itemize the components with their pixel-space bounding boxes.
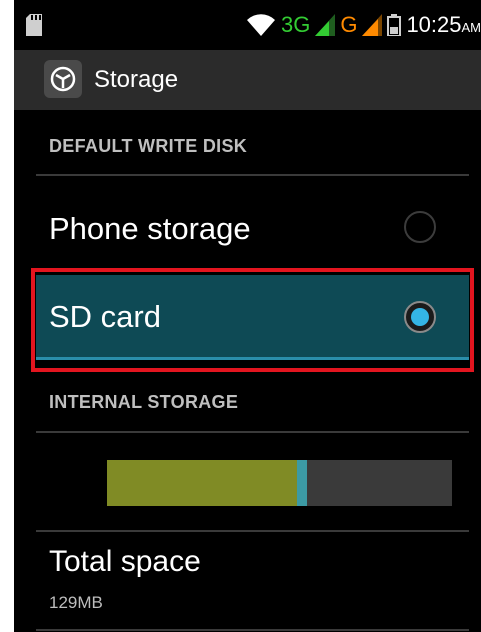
network-g-label: G: [340, 12, 358, 37]
divider: [36, 174, 469, 176]
option-label: SD card: [49, 299, 161, 334]
signal-icon: [362, 14, 383, 36]
battery-icon: [387, 14, 402, 36]
divider: [36, 629, 469, 631]
page-title: Storage: [94, 66, 179, 93]
action-bar: Storage: [14, 50, 481, 110]
radio-button-checked[interactable]: [404, 301, 436, 333]
signal-icon: [315, 14, 336, 36]
wifi-icon: [246, 12, 276, 38]
storage-used-segment: [107, 460, 297, 506]
storage-usage-bar: [107, 460, 452, 506]
option-phone-storage[interactable]: Phone storage: [36, 189, 469, 269]
divider: [36, 530, 469, 532]
total-space-label: Total space: [49, 545, 201, 578]
ampm-text: AM: [461, 20, 481, 35]
section-header-default-write-disk: DEFAULT WRITE DISK: [49, 136, 248, 156]
status-bar-right: 3G G 10:25AM: [246, 0, 481, 50]
network-3g-label: 3G: [280, 12, 311, 37]
section-header-internal-storage: INTERNAL STORAGE: [49, 392, 239, 412]
divider: [36, 431, 469, 433]
option-sd-card[interactable]: SD card: [36, 275, 469, 360]
option-label: Phone storage: [49, 211, 251, 246]
sd-card-icon: [26, 12, 42, 36]
time-text: 10:25: [406, 12, 462, 37]
storage-settings-screen: 3G G 10:25AM Storage DEFAULT WRITE DISK …: [14, 0, 481, 632]
clock: 10:25AM: [406, 12, 481, 38]
status-bar: 3G G 10:25AM: [14, 0, 481, 50]
radio-button[interactable]: [404, 211, 436, 243]
settings-icon[interactable]: [44, 60, 82, 98]
total-space-value: 129MB: [49, 593, 103, 612]
storage-other-segment: [296, 460, 308, 506]
